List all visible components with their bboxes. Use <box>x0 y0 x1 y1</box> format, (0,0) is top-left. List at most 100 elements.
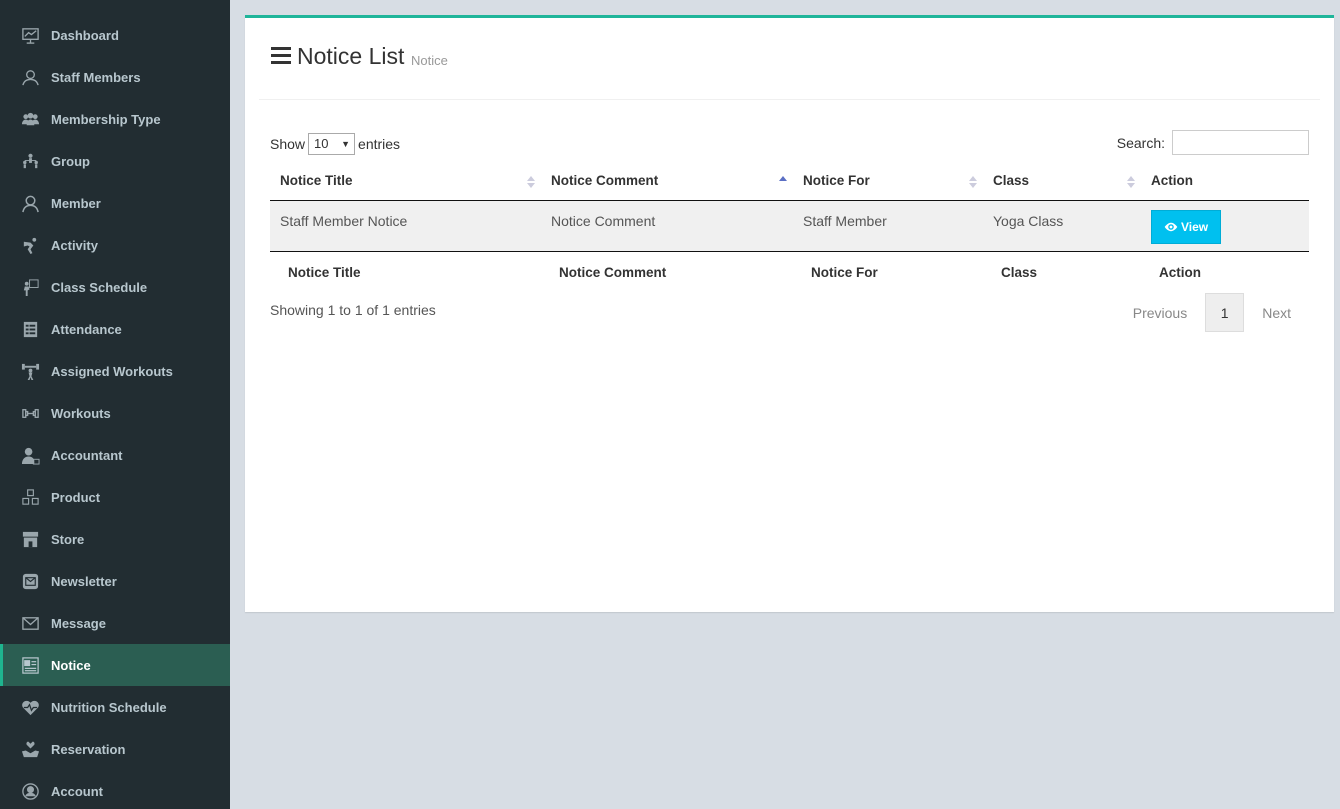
page-title: Notice List <box>297 43 405 69</box>
accountant-icon <box>20 445 40 465</box>
entries-select[interactable]: 10 ▼ <box>308 133 356 155</box>
message-icon <box>20 613 40 633</box>
sidebar-item-newsletter[interactable]: Newsletter <box>0 560 230 602</box>
notice-list-panel: Notice List Notice Show 10 ▼ entries Sea… <box>245 15 1334 612</box>
entries-label: entries <box>358 136 401 152</box>
footer-class: Class <box>1001 265 1038 280</box>
table-footer-row: Notice Title Notice Comment Notice For C… <box>270 252 1309 293</box>
staff-icon <box>20 67 40 87</box>
table-row: Staff Member Notice Notice Comment Staff… <box>270 201 1309 252</box>
sidebar-item-dashboard[interactable]: Dashboard <box>0 14 230 56</box>
sidebar-item-label: Notice <box>51 657 91 673</box>
sidebar: Dashboard Staff Members Membership Type … <box>0 0 230 809</box>
footer-notice-title: Notice Title <box>288 265 361 280</box>
nutrition-icon <box>20 697 40 717</box>
sidebar-item-label: Member <box>51 195 101 211</box>
cell-action: View <box>1141 201 1309 251</box>
sidebar-item-label: Reservation <box>51 741 126 757</box>
dashboard-icon <box>20 25 40 45</box>
sidebar-item-label: Product <box>51 489 101 505</box>
sidebar-item-label: Workouts <box>51 405 111 421</box>
search-control: Search: <box>1117 130 1309 155</box>
cell-notice-for: Staff Member <box>803 213 887 229</box>
sidebar-item-attendance[interactable]: Attendance <box>0 308 230 350</box>
sidebar-item-notice[interactable]: Notice <box>0 644 230 686</box>
sidebar-item-label: Nutrition Schedule <box>51 699 167 715</box>
sidebar-item-assigned-workouts[interactable]: Assigned Workouts <box>0 350 230 392</box>
sidebar-item-member[interactable]: Member <box>0 182 230 224</box>
sidebar-item-message[interactable]: Message <box>0 602 230 644</box>
pagination: Previous 1 Next <box>1115 293 1309 332</box>
column-header-notice-comment[interactable]: Notice Comment <box>541 162 793 200</box>
product-icon <box>20 487 40 507</box>
sidebar-item-label: Staff Members <box>51 69 141 85</box>
page-1-button[interactable]: 1 <box>1205 293 1245 332</box>
activity-icon <box>20 235 40 255</box>
column-header-notice-for[interactable]: Notice For <box>793 162 983 200</box>
sort-asc-icon <box>779 176 787 190</box>
cell-notice-title: Staff Member Notice <box>280 213 408 229</box>
sidebar-item-account[interactable]: Account <box>0 770 230 809</box>
footer-notice-comment: Notice Comment <box>559 265 667 280</box>
sort-icon <box>527 176 535 190</box>
sidebar-item-class-schedule[interactable]: Class Schedule <box>0 266 230 308</box>
hamburger-menu-icon[interactable] <box>271 47 291 64</box>
sidebar-item-accountant[interactable]: Accountant <box>0 434 230 476</box>
previous-page-button[interactable]: Previous <box>1115 305 1205 321</box>
sort-icon <box>1127 176 1135 190</box>
sidebar-item-label: Activity <box>51 237 98 253</box>
column-header-action: Action <box>1151 173 1193 188</box>
sidebar-item-label: Message <box>51 615 106 631</box>
member-icon <box>20 193 40 213</box>
view-button-label: View <box>1181 220 1209 234</box>
column-header-class[interactable]: Class <box>983 162 1141 200</box>
column-header-notice-title[interactable]: Notice Title <box>270 162 541 200</box>
entries-select-value: 10 <box>314 136 329 151</box>
next-page-button[interactable]: Next <box>1244 305 1309 321</box>
show-label: Show <box>270 136 306 152</box>
sidebar-item-label: Account <box>51 783 103 799</box>
sidebar-item-label: Dashboard <box>51 27 119 43</box>
view-button[interactable]: View <box>1151 210 1222 244</box>
notice-table: Notice Title Notice Comment Notice For C… <box>270 162 1309 293</box>
chevron-down-icon: ▼ <box>341 139 351 149</box>
sidebar-item-label: Attendance <box>51 321 122 337</box>
table-info: Showing 1 to 1 of 1 entries <box>270 302 436 318</box>
cell-class: Yoga Class <box>993 213 1064 229</box>
sidebar-item-store[interactable]: Store <box>0 518 230 560</box>
sidebar-item-label: Membership Type <box>51 111 161 127</box>
page-subtitle: Notice <box>411 53 448 68</box>
newsletter-icon <box>20 571 40 591</box>
search-label: Search: <box>1116 134 1165 151</box>
account-icon <box>20 781 40 801</box>
entries-length-control: Show 10 ▼ entries <box>270 133 400 155</box>
eye-icon <box>1164 222 1178 232</box>
sidebar-item-label: Newsletter <box>51 573 117 589</box>
sidebar-item-product[interactable]: Product <box>0 476 230 518</box>
sidebar-item-label: Accountant <box>51 447 123 463</box>
sidebar-item-activity[interactable]: Activity <box>0 224 230 266</box>
class-schedule-icon <box>20 277 40 297</box>
sidebar-item-label: Store <box>51 531 85 547</box>
assigned-workouts-icon <box>20 361 40 381</box>
group-icon <box>20 151 40 171</box>
sidebar-item-staff-members[interactable]: Staff Members <box>0 56 230 98</box>
cell-notice-comment: Notice Comment <box>551 213 656 229</box>
membership-icon <box>20 109 40 129</box>
store-icon <box>20 529 40 549</box>
sidebar-item-group[interactable]: Group <box>0 140 230 182</box>
search-input[interactable] <box>1172 130 1309 155</box>
notice-icon <box>20 655 40 675</box>
table-header-row: Notice Title Notice Comment Notice For C… <box>270 162 1309 201</box>
sidebar-item-label: Group <box>51 153 90 169</box>
footer-notice-for: Notice For <box>811 265 878 280</box>
reservation-icon <box>20 739 40 759</box>
sidebar-item-reservation[interactable]: Reservation <box>0 728 230 770</box>
sidebar-item-label: Assigned Workouts <box>51 363 173 379</box>
sidebar-item-membership-type[interactable]: Membership Type <box>0 98 230 140</box>
sidebar-item-label: Class Schedule <box>51 279 148 295</box>
footer-action: Action <box>1159 265 1201 280</box>
sidebar-item-nutrition-schedule[interactable]: Nutrition Schedule <box>0 686 230 728</box>
attendance-icon <box>20 319 40 339</box>
sidebar-item-workouts[interactable]: Workouts <box>0 392 230 434</box>
